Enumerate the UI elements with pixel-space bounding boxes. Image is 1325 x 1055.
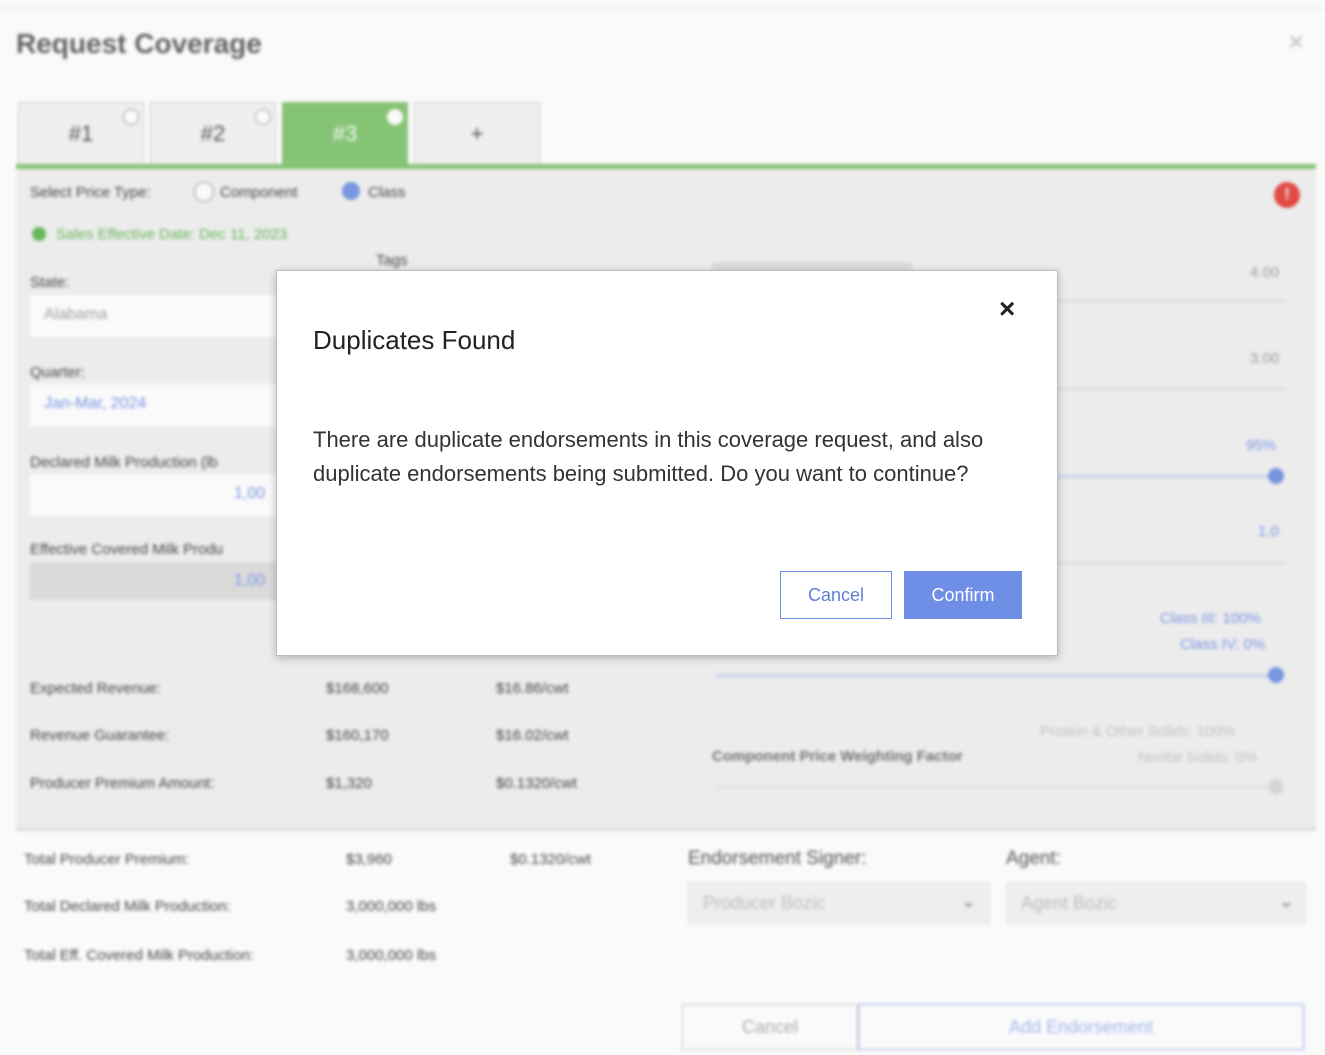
- modal-confirm-button[interactable]: Confirm: [904, 571, 1022, 619]
- modal-message: There are duplicate endorsements in this…: [313, 427, 984, 486]
- close-icon[interactable]: ×: [999, 293, 1015, 325]
- modal-title: Duplicates Found: [313, 325, 516, 355]
- modal-cancel-button[interactable]: Cancel: [780, 571, 892, 619]
- duplicates-modal: × Duplicates Found There are duplicate e…: [276, 270, 1058, 656]
